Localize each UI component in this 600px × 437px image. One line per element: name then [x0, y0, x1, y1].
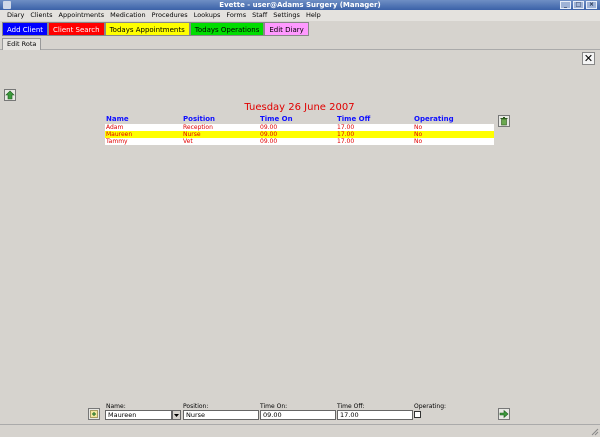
position-label: Position:	[183, 403, 209, 410]
column-header-time-off: Time Off	[337, 115, 371, 123]
rota-table: Name Position Time On Time Off Operating…	[105, 115, 494, 145]
menu-lookups[interactable]: Lookups	[191, 10, 224, 21]
save-rota-button[interactable]	[498, 408, 510, 420]
add-client-button[interactable]: Add Client	[2, 22, 49, 36]
menu-settings[interactable]: Settings	[270, 10, 303, 21]
operating-checkbox[interactable]	[414, 411, 421, 418]
cell-name: Tammy	[106, 138, 128, 145]
time-off-field[interactable]: 17.00	[337, 410, 413, 420]
rota-entry-form: Name: Maureen Position: Nurse Time On: 0…	[0, 403, 600, 423]
column-header-position: Position	[183, 115, 216, 123]
chevron-down-icon	[174, 414, 179, 417]
maximize-button[interactable]: □	[573, 1, 584, 9]
table-row[interactable]: Adam Reception 09.00 17.00 No	[105, 124, 494, 131]
close-window-button[interactable]: ×	[586, 1, 597, 9]
bin-icon	[500, 117, 508, 126]
position-field[interactable]: Nurse	[183, 410, 259, 420]
close-icon: ✕	[583, 52, 594, 65]
cell-name: Maureen	[106, 131, 133, 138]
cell-name: Adam	[106, 124, 124, 131]
title-bar: Evette - user@Adams Surgery (Manager) _ …	[0, 0, 600, 10]
previous-day-button[interactable]	[4, 89, 16, 101]
table-header: Name Position Time On Time Off Operating	[105, 115, 494, 124]
menu-diary[interactable]: Diary	[4, 10, 27, 21]
cell-operating: No	[414, 131, 423, 138]
cell-operating: No	[414, 138, 423, 145]
cell-time-off: 17.00	[337, 138, 355, 145]
app-icon	[3, 1, 11, 9]
table-row-selected[interactable]: Maureen Nurse 09.00 17.00 No	[105, 131, 494, 138]
minimize-button[interactable]: _	[560, 1, 571, 9]
quick-toolbar: Add Client Client Search Todays Appointm…	[2, 22, 309, 36]
menu-staff[interactable]: Staff	[249, 10, 270, 21]
time-on-field[interactable]: 09.00	[260, 410, 336, 420]
column-header-time-on: Time On	[260, 115, 293, 123]
window-title: Evette - user@Adams Surgery (Manager)	[219, 1, 381, 9]
cell-time-on: 09.00	[260, 138, 278, 145]
status-bar	[0, 424, 600, 437]
cell-time-off: 17.00	[337, 131, 355, 138]
name-dropdown-button[interactable]	[172, 410, 181, 420]
cell-operating: No	[414, 124, 423, 131]
operating-label: Operating:	[414, 403, 447, 410]
forward-arrow-icon	[499, 409, 509, 419]
column-header-name: Name	[106, 115, 129, 123]
menu-procedures[interactable]: Procedures	[149, 10, 191, 21]
resize-grip-icon[interactable]	[590, 427, 599, 436]
time-on-label: Time On:	[260, 403, 288, 410]
name-select[interactable]: Maureen	[105, 410, 172, 420]
cell-time-on: 09.00	[260, 131, 278, 138]
name-label: Name:	[106, 403, 126, 410]
menu-medication[interactable]: Medication	[107, 10, 149, 21]
todays-appointments-button[interactable]: Todays Appointments	[104, 22, 190, 36]
client-search-button[interactable]: Client Search	[48, 22, 105, 36]
menu-bar: Diary Clients Appointments Medication Pr…	[0, 10, 600, 21]
menu-forms[interactable]: Forms	[223, 10, 249, 21]
menu-clients[interactable]: Clients	[27, 10, 55, 21]
rota-date-title: Tuesday 26 June 2007	[244, 102, 355, 113]
column-header-operating: Operating	[414, 115, 454, 123]
cell-position: Nurse	[183, 131, 201, 138]
todays-operations-button[interactable]: Todays Operations	[189, 22, 265, 36]
cell-time-off: 17.00	[337, 124, 355, 131]
up-arrow-icon	[5, 90, 15, 100]
table-row[interactable]: Tammy Vet 09.00 17.00 No	[105, 138, 494, 145]
menu-appointments[interactable]: Appointments	[56, 10, 108, 21]
menu-help[interactable]: Help	[303, 10, 324, 21]
time-off-label: Time Off:	[337, 403, 365, 410]
delete-rota-button[interactable]	[498, 115, 510, 127]
close-tab-button[interactable]: ✕	[582, 52, 595, 65]
tab-strip: Edit Rota	[0, 37, 600, 50]
cell-position: Vet	[183, 138, 193, 145]
tab-edit-rota[interactable]: Edit Rota	[2, 38, 42, 50]
edit-diary-button[interactable]: Edit Diary	[264, 22, 309, 36]
cell-time-on: 09.00	[260, 124, 278, 131]
cell-position: Reception	[183, 124, 213, 131]
